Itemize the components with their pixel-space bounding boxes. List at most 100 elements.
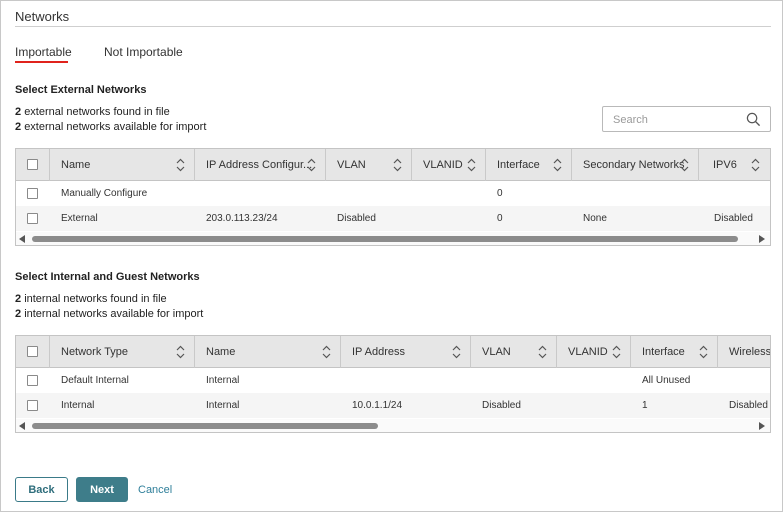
sort-arrows-icon[interactable] [393, 158, 402, 172]
cell-ipv6: Disabled [714, 213, 753, 224]
column-header-interface[interactable]: Interface [631, 336, 718, 368]
select-all-cell [16, 336, 50, 368]
cell-vlan: Disabled [482, 400, 521, 411]
column-label: IPV6 [713, 159, 737, 171]
cell-network-type: Internal [61, 400, 95, 411]
sort-arrows-icon[interactable] [467, 158, 476, 172]
internal-available-info: 2 internal networks available for import [15, 308, 203, 320]
scroll-right-arrow-icon[interactable] [759, 422, 765, 430]
column-header-ip-address[interactable]: IP Address [341, 336, 471, 368]
row-checkbox[interactable] [27, 400, 38, 411]
table-row[interactable]: Manually Configure 0 [16, 181, 770, 206]
back-button[interactable]: Back [15, 477, 68, 502]
active-tab-indicator [15, 61, 68, 63]
sort-arrows-icon[interactable] [307, 158, 316, 172]
cell-network-type: Default Internal [61, 375, 129, 386]
column-header-vlanid[interactable]: VLANID [557, 336, 631, 368]
sort-arrows-icon[interactable] [176, 345, 185, 359]
column-label: Interface [642, 346, 685, 358]
column-header-vlan[interactable]: VLAN [326, 149, 412, 181]
select-all-checkbox[interactable] [27, 159, 38, 170]
column-header-name[interactable]: Name [195, 336, 341, 368]
column-header-interface[interactable]: Interface [486, 149, 572, 181]
internal-found-info: 2 internal networks found in file [15, 293, 167, 305]
column-label: VLAN [482, 346, 511, 358]
column-header-ipv6[interactable]: IPV6 [699, 149, 770, 181]
column-header-wireless[interactable]: Wireless [718, 336, 770, 368]
cell-ip-address: 10.0.1.1/24 [352, 400, 403, 411]
cell-name: Internal [206, 375, 240, 386]
external-found-info: 2 external networks found in file [15, 106, 170, 118]
tab-importable[interactable]: Importable [15, 45, 72, 59]
next-button[interactable]: Next [76, 477, 128, 502]
sort-arrows-icon[interactable] [452, 345, 461, 359]
table-row[interactable]: Default Internal Internal All Unused [16, 368, 770, 393]
cell-secondary-networks: None [583, 213, 607, 224]
row-checkbox[interactable] [27, 213, 38, 224]
search-icon[interactable] [746, 112, 761, 127]
column-label: Name [61, 159, 91, 171]
column-header-secondary-networks[interactable]: Secondary Networks [572, 149, 699, 181]
row-checkbox[interactable] [27, 188, 38, 199]
column-label: Name [206, 346, 236, 358]
internal-available-count: 2 [15, 308, 22, 320]
external-grid-header: Name IP Address Configur... VLAN VLANID … [16, 149, 770, 181]
column-label: Secondary Networks [583, 159, 685, 171]
search-input[interactable] [613, 112, 743, 127]
cell-interface: 1 [642, 400, 648, 411]
sort-arrows-icon[interactable] [612, 345, 621, 359]
cell-interface: 0 [497, 188, 503, 199]
column-label: Interface [497, 159, 540, 171]
internal-horizontal-scrollbar[interactable] [16, 419, 770, 432]
cell-name: External [61, 213, 98, 224]
internal-networks-grid: Network Type Name IP Address VLAN VLANID… [15, 335, 771, 433]
cell-wireless: Disabled [729, 400, 768, 411]
scrollbar-thumb[interactable] [32, 423, 378, 429]
scroll-right-arrow-icon[interactable] [759, 235, 765, 243]
column-header-vlanid[interactable]: VLANID [412, 149, 486, 181]
scroll-left-arrow-icon[interactable] [19, 235, 25, 243]
cell-name: Internal [206, 400, 240, 411]
column-label: VLANID [423, 159, 463, 171]
sort-arrows-icon[interactable] [553, 158, 562, 172]
internal-section-title: Select Internal and Guest Networks [15, 271, 200, 283]
scrollbar-thumb[interactable] [32, 236, 738, 242]
external-horizontal-scrollbar[interactable] [16, 232, 770, 245]
internal-found-count: 2 [15, 293, 22, 305]
dialog-frame [0, 0, 783, 512]
external-available-text: external networks available for import [24, 121, 207, 133]
external-section-title: Select External Networks [15, 84, 147, 96]
sort-arrows-icon[interactable] [538, 345, 547, 359]
cell-ip-address: 203.0.113.23/24 [206, 213, 278, 224]
column-label: VLAN [337, 159, 366, 171]
external-available-count: 2 [15, 121, 22, 133]
cancel-link[interactable]: Cancel [138, 484, 172, 496]
table-row[interactable]: Internal Internal 10.0.1.1/24 Disabled 1… [16, 393, 770, 418]
tab-not-importable[interactable]: Not Importable [104, 45, 183, 59]
sort-arrows-icon[interactable] [699, 345, 708, 359]
external-found-text: external networks found in file [24, 106, 170, 118]
sort-arrows-icon[interactable] [322, 345, 331, 359]
column-header-name[interactable]: Name [50, 149, 195, 181]
sort-arrows-icon[interactable] [680, 158, 689, 172]
column-label: Network Type [61, 346, 129, 358]
column-label: IP Address Configur... [206, 159, 313, 171]
select-all-checkbox[interactable] [27, 346, 38, 357]
sort-arrows-icon[interactable] [176, 158, 185, 172]
column-header-vlan[interactable]: VLAN [471, 336, 557, 368]
sort-arrows-icon[interactable] [751, 158, 760, 172]
select-all-cell [16, 149, 50, 181]
internal-found-text: internal networks found in file [24, 293, 167, 305]
column-header-network-type[interactable]: Network Type [50, 336, 195, 368]
column-label: VLANID [568, 346, 608, 358]
column-header-ip-address-config[interactable]: IP Address Configur... [195, 149, 326, 181]
internal-available-text: internal networks available for import [24, 308, 204, 320]
external-networks-grid: Name IP Address Configur... VLAN VLANID … [15, 148, 771, 246]
scroll-left-arrow-icon[interactable] [19, 422, 25, 430]
row-checkbox[interactable] [27, 375, 38, 386]
search-box[interactable] [602, 106, 771, 132]
cell-interface: All Unused [642, 375, 691, 386]
table-row[interactable]: External 203.0.113.23/24 Disabled 0 None… [16, 206, 770, 231]
external-available-info: 2 external networks available for import [15, 121, 206, 133]
title-divider [15, 26, 771, 27]
